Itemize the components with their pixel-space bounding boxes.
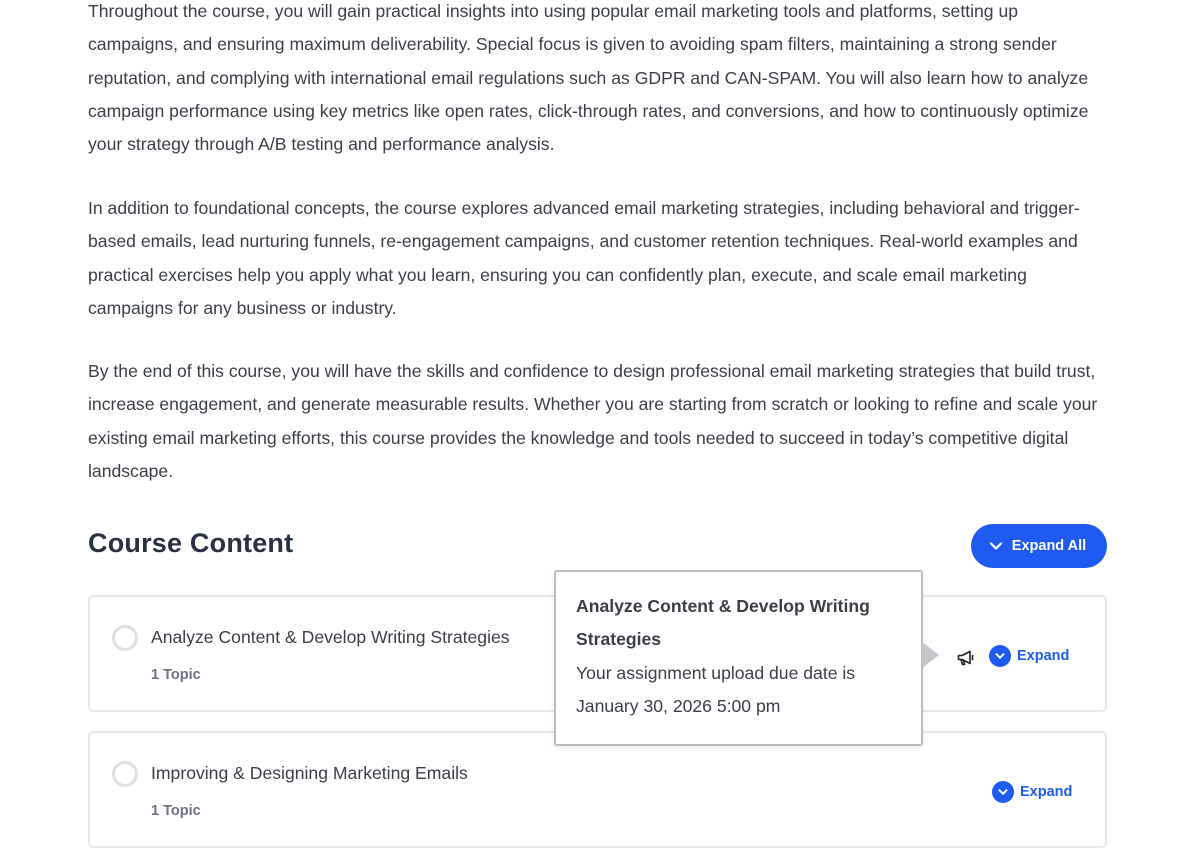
expand-all-button[interactable]: Expand All <box>971 524 1107 568</box>
course-description-paragraph: Throughout the course, you will gain pra… <box>88 1 1089 155</box>
megaphone-icon[interactable] <box>956 649 976 672</box>
tooltip-due-text: Your assignment upload due date is <box>576 662 856 683</box>
tooltip-arrow <box>922 642 939 668</box>
expand-label: Expand <box>1017 648 1070 664</box>
chevron-down-icon <box>992 781 1014 803</box>
tooltip-title: Analyze Content & Develop Writing Strate… <box>576 596 870 650</box>
expand-all-label: Expand All <box>1011 538 1087 554</box>
lesson-topic-count: 1 Topic <box>151 667 201 683</box>
lesson-title[interactable]: Improving & Designing Marketing Emails <box>151 763 468 784</box>
chevron-down-icon <box>988 538 1004 554</box>
course-content-title: Course Content <box>88 528 294 558</box>
lesson-status-circle-icon <box>112 761 138 787</box>
course-page: Throughout the course, you will gain pra… <box>0 0 1203 850</box>
lesson-topic-count: 1 Topic <box>151 803 201 819</box>
chevron-down-icon <box>989 645 1011 667</box>
tooltip-due-date: January 30, 2026 5:00 pm <box>576 695 781 716</box>
expand-button[interactable]: Expand <box>989 645 1069 667</box>
lesson-title[interactable]: Analyze Content & Develop Writing Strate… <box>151 627 510 648</box>
course-description-paragraph: By the end of this course, you will have… <box>88 361 1098 481</box>
course-description-paragraph: In addition to foundational concepts, th… <box>88 198 1080 318</box>
lesson-item[interactable]: Improving & Designing Marketing Emails 1… <box>88 731 1107 848</box>
expand-button[interactable]: Expand <box>992 781 1072 803</box>
due-date-tooltip: Analyze Content & Develop Writing Strate… <box>554 570 923 746</box>
expand-label: Expand <box>1020 784 1073 800</box>
lesson-status-circle-icon <box>112 625 138 651</box>
